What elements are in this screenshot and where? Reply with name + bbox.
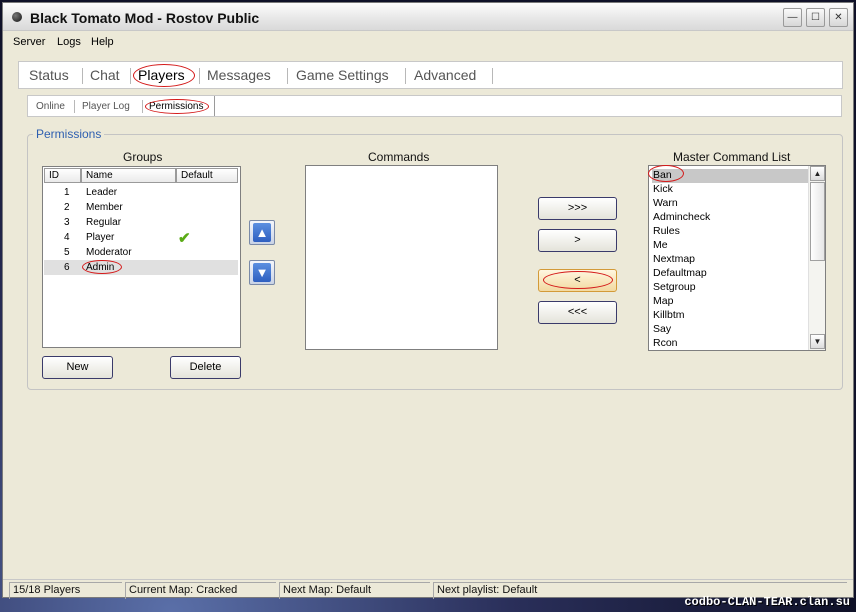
list-item[interactable]: Setgroup: [652, 281, 808, 295]
arrow-down-icon: ▼: [253, 263, 271, 282]
tab-messages[interactable]: Messages: [207, 67, 271, 83]
list-item[interactable]: Nextmap: [652, 253, 808, 267]
sub-tab-bar: Online Player Log Permissions: [27, 95, 842, 117]
remove-all-button[interactable]: <<<: [538, 301, 617, 324]
list-item[interactable]: Say: [652, 323, 808, 337]
list-item[interactable]: Killbtm: [652, 309, 808, 323]
menu-logs[interactable]: Logs: [57, 36, 81, 48]
commands-label: Commands: [368, 150, 430, 164]
highlight-oval: [133, 64, 195, 87]
highlight-oval: [82, 260, 122, 274]
main-tab-bar: Status Chat Players Messages Game Settin…: [18, 61, 843, 89]
maximize-button[interactable]: ☐: [806, 8, 825, 27]
tab-status[interactable]: Status: [29, 67, 69, 83]
column-header-name[interactable]: Name: [81, 168, 176, 183]
permissions-legend: Permissions: [33, 127, 105, 141]
cell-id: 3: [64, 217, 70, 228]
cell-name: Leader: [86, 187, 118, 198]
list-item[interactable]: Rules: [652, 225, 808, 239]
groups-grid[interactable]: ID Name Default 1 Leader 2 Member 3 Regular 4 P…: [42, 166, 241, 348]
tab-advanced[interactable]: Advanced: [414, 67, 476, 83]
delete-group-button[interactable]: Delete: [170, 356, 241, 379]
menu-help[interactable]: Help: [91, 36, 114, 48]
cell-name: Regular: [86, 217, 122, 228]
tab-separator: [82, 68, 83, 84]
minimize-button[interactable]: —: [783, 8, 802, 27]
add-all-button[interactable]: >>>: [538, 197, 617, 220]
tab-separator: [405, 68, 406, 84]
table-row[interactable]: 4 Player ✔: [44, 230, 238, 247]
cell-id: 4: [64, 232, 70, 243]
commands-list[interactable]: [305, 165, 498, 350]
list-item[interactable]: Me: [652, 239, 808, 253]
highlight-oval: [543, 271, 613, 289]
list-item[interactable]: Admincheck: [652, 211, 808, 225]
tab-separator: [74, 100, 75, 113]
subtab-player-log[interactable]: Player Log: [82, 101, 130, 112]
cell-id: 6: [64, 262, 70, 273]
list-item[interactable]: Defaultmap: [652, 267, 808, 281]
close-button[interactable]: ✕: [829, 8, 848, 27]
list-item[interactable]: Map: [652, 295, 808, 309]
table-row[interactable]: 2 Member: [44, 200, 238, 215]
cell-id: 5: [64, 247, 70, 258]
tab-separator: [492, 68, 493, 84]
groups-label: Groups: [123, 150, 163, 164]
window-title: Black Tomato Mod - Rostov Public: [30, 10, 260, 26]
title-bar[interactable]: Black Tomato Mod - Rostov Public — ☐ ✕: [3, 3, 853, 31]
master-command-list-label: Master Command List: [673, 150, 791, 164]
scroll-up-icon[interactable]: ▲: [810, 166, 825, 181]
new-group-button[interactable]: New: [42, 356, 113, 379]
add-button[interactable]: >: [538, 229, 617, 252]
status-next-map: Next Map: Default: [279, 582, 430, 599]
table-row[interactable]: 5 Moderator: [44, 245, 238, 260]
menu-server[interactable]: Server: [13, 36, 45, 48]
subtab-online[interactable]: Online: [36, 101, 65, 112]
master-list-scrollbar[interactable]: ▲ ▼: [808, 166, 825, 350]
groups-grid-header: ID Name Default: [44, 168, 239, 183]
status-current-map: Current Map: Cracked: [125, 582, 276, 599]
master-command-list[interactable]: Ban Kick Warn Admincheck Rules Me Nextmap Defau…: [648, 165, 826, 351]
list-item[interactable]: Rcon: [652, 337, 808, 351]
move-down-button[interactable]: ▼: [249, 260, 275, 285]
tab-separator: [214, 96, 215, 116]
table-row[interactable]: 6 Admin: [44, 260, 238, 275]
watermark-text: codbo-CLAN-TEAR.clan.su: [684, 595, 850, 609]
column-header-default[interactable]: Default: [176, 168, 238, 183]
menu-bar: Server Logs Help: [3, 32, 853, 52]
cell-name: Moderator: [86, 247, 132, 258]
cell-name: Member: [86, 202, 123, 213]
app-icon: [12, 12, 22, 22]
tab-game-settings[interactable]: Game Settings: [296, 67, 389, 83]
arrow-up-icon: ▲: [253, 223, 271, 242]
cell-id: 2: [64, 202, 70, 213]
list-item[interactable]: Kick: [652, 183, 808, 197]
tab-separator: [199, 68, 200, 84]
scroll-down-icon[interactable]: ▼: [810, 334, 825, 349]
status-players: 15/18 Players: [9, 582, 122, 599]
tab-separator: [287, 68, 288, 84]
column-header-id[interactable]: ID: [44, 168, 81, 183]
list-item[interactable]: Warn: [652, 197, 808, 211]
highlight-oval: [145, 99, 209, 114]
cell-id: 1: [64, 187, 70, 198]
app-window: Black Tomato Mod - Rostov Public — ☐ ✕ S…: [2, 2, 854, 599]
cell-name: Player: [86, 232, 115, 243]
tab-chat[interactable]: Chat: [90, 67, 120, 83]
tab-separator: [142, 100, 143, 113]
table-row[interactable]: 3 Regular: [44, 215, 238, 230]
move-up-button[interactable]: ▲: [249, 220, 275, 245]
highlight-oval: [648, 165, 684, 182]
scroll-thumb[interactable]: [810, 182, 825, 261]
tab-separator: [130, 68, 131, 84]
table-row[interactable]: 1 Leader: [44, 185, 238, 200]
